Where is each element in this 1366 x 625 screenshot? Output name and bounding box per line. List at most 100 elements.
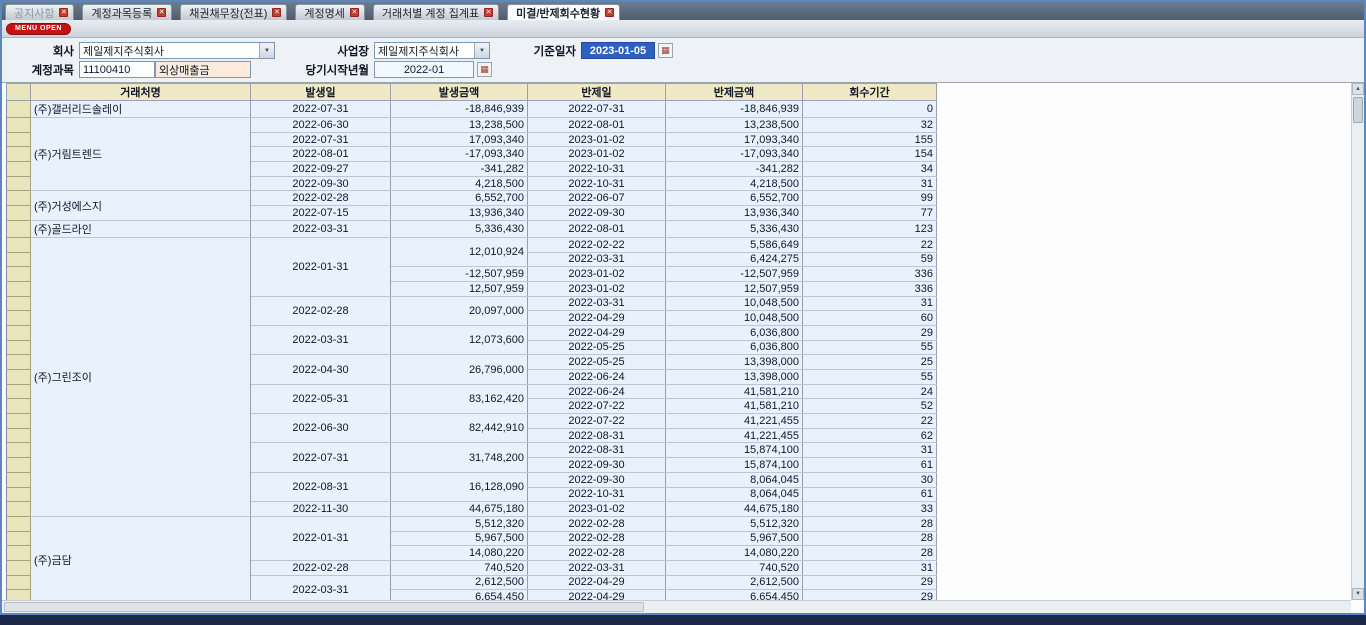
cell-occurrence-date[interactable]: 2022-08-01 <box>251 147 391 162</box>
cell-settlement-date[interactable]: 2022-04-29 <box>528 575 666 590</box>
cell-collection-days[interactable]: 28 <box>803 516 937 531</box>
cell-settlement-amount[interactable]: 5,336,430 <box>666 220 803 237</box>
site-select[interactable]: 제일제지주식회사 ▼ <box>374 42 490 59</box>
cell-settlement-amount[interactable]: 41,221,455 <box>666 414 803 429</box>
menu-open-button[interactable]: MENU OPEN <box>6 23 71 35</box>
cell-settlement-amount[interactable]: 41,581,210 <box>666 399 803 414</box>
cell-customer-name[interactable]: (주)거성에스지 <box>31 191 251 220</box>
cell-collection-days[interactable]: 28 <box>803 546 937 561</box>
row-selector[interactable] <box>7 296 31 311</box>
row-selector[interactable] <box>7 206 31 221</box>
cell-collection-days[interactable]: 34 <box>803 162 937 177</box>
cell-settlement-date[interactable]: 2023-01-02 <box>528 281 666 296</box>
cell-collection-days[interactable]: 31 <box>803 176 937 191</box>
row-selector[interactable] <box>7 399 31 414</box>
tab-close-icon[interactable]: ✕ <box>350 8 359 17</box>
row-selector[interactable] <box>7 101 31 118</box>
cell-collection-days[interactable]: 32 <box>803 118 937 133</box>
period-input[interactable]: 2022-01 <box>374 61 474 78</box>
cell-settlement-date[interactable]: 2022-06-07 <box>528 191 666 206</box>
cell-occurrence-date[interactable]: 2022-03-31 <box>251 220 391 237</box>
column-header-1[interactable]: 거래처명 <box>31 84 251 101</box>
cell-occurrence-date[interactable]: 2022-02-28 <box>251 296 391 325</box>
cell-occurrence-date[interactable]: 2022-04-30 <box>251 355 391 384</box>
cell-settlement-amount[interactable]: 5,967,500 <box>666 531 803 546</box>
cell-settlement-date[interactable]: 2022-09-30 <box>528 458 666 473</box>
cell-settlement-amount[interactable]: 8,064,045 <box>666 487 803 502</box>
scroll-down-icon[interactable]: ▼ <box>1352 588 1364 600</box>
row-selector[interactable] <box>7 516 31 531</box>
cell-collection-days[interactable]: 28 <box>803 531 937 546</box>
row-selector[interactable] <box>7 220 31 237</box>
row-selector[interactable] <box>7 176 31 191</box>
row-selector[interactable] <box>7 428 31 443</box>
cell-settlement-date[interactable]: 2022-06-24 <box>528 384 666 399</box>
calendar-icon[interactable]: ▦ <box>477 62 492 77</box>
cell-settlement-date[interactable]: 2022-03-31 <box>528 560 666 575</box>
cell-collection-days[interactable]: 99 <box>803 191 937 206</box>
cell-settlement-amount[interactable]: 6,036,800 <box>666 340 803 355</box>
cell-settlement-date[interactable]: 2022-02-28 <box>528 546 666 561</box>
cell-collection-days[interactable]: 55 <box>803 340 937 355</box>
cell-collection-days[interactable]: 336 <box>803 267 937 282</box>
column-header-4[interactable]: 반제일 <box>528 84 666 101</box>
row-selector[interactable] <box>7 132 31 147</box>
cell-occurrence-amount[interactable]: 740,520 <box>391 560 528 575</box>
cell-settlement-date[interactable]: 2023-01-02 <box>528 147 666 162</box>
cell-settlement-date[interactable]: 2022-06-24 <box>528 370 666 385</box>
cell-settlement-date[interactable]: 2022-10-31 <box>528 162 666 177</box>
row-selector[interactable] <box>7 502 31 517</box>
cell-settlement-amount[interactable]: 5,586,649 <box>666 237 803 252</box>
cell-occurrence-amount[interactable]: -17,093,340 <box>391 147 528 162</box>
cell-collection-days[interactable]: 0 <box>803 101 937 118</box>
cell-settlement-amount[interactable]: 2,612,500 <box>666 575 803 590</box>
cell-occurrence-date[interactable]: 2022-01-31 <box>251 237 391 296</box>
cell-settlement-amount[interactable]: 5,512,320 <box>666 516 803 531</box>
cell-occurrence-amount[interactable]: 12,507,959 <box>391 281 528 296</box>
cell-settlement-date[interactable]: 2022-02-28 <box>528 516 666 531</box>
cell-collection-days[interactable]: 61 <box>803 487 937 502</box>
cell-settlement-amount[interactable]: 8,064,045 <box>666 472 803 487</box>
cell-settlement-amount[interactable]: -18,846,939 <box>666 101 803 118</box>
cell-collection-days[interactable]: 62 <box>803 428 937 443</box>
column-header-2[interactable]: 발생일 <box>251 84 391 101</box>
cell-collection-days[interactable]: 22 <box>803 414 937 429</box>
row-selector[interactable] <box>7 281 31 296</box>
cell-occurrence-amount[interactable]: 83,162,420 <box>391 384 528 413</box>
cell-settlement-amount[interactable]: -12,507,959 <box>666 267 803 282</box>
cell-occurrence-date[interactable]: 2022-09-30 <box>251 176 391 191</box>
cell-settlement-date[interactable]: 2022-07-22 <box>528 414 666 429</box>
cell-occurrence-amount[interactable]: 5,512,320 <box>391 516 528 531</box>
horizontal-scrollbar[interactable] <box>2 600 1351 613</box>
chevron-down-icon[interactable]: ▼ <box>474 43 489 58</box>
row-selector[interactable] <box>7 252 31 267</box>
cell-settlement-date[interactable]: 2022-10-31 <box>528 176 666 191</box>
cell-customer-name[interactable]: (주)금담 <box>31 516 251 604</box>
cell-settlement-date[interactable]: 2022-08-01 <box>528 220 666 237</box>
cell-settlement-date[interactable]: 2022-05-25 <box>528 340 666 355</box>
cell-occurrence-amount[interactable]: 16,128,090 <box>391 472 528 501</box>
cell-occurrence-amount[interactable]: 82,442,910 <box>391 414 528 443</box>
cell-occurrence-amount[interactable]: 17,093,340 <box>391 132 528 147</box>
row-selector[interactable] <box>7 370 31 385</box>
cell-settlement-date[interactable]: 2022-10-31 <box>528 487 666 502</box>
cell-occurrence-amount[interactable]: -12,507,959 <box>391 267 528 282</box>
cell-collection-days[interactable]: 29 <box>803 575 937 590</box>
cell-settlement-amount[interactable]: 10,048,500 <box>666 311 803 326</box>
cell-settlement-date[interactable]: 2022-02-22 <box>528 237 666 252</box>
cell-settlement-date[interactable]: 2022-07-31 <box>528 101 666 118</box>
cell-occurrence-date[interactable]: 2022-02-28 <box>251 191 391 206</box>
tab-close-icon[interactable]: ✕ <box>484 8 493 17</box>
tab-close-icon[interactable]: ✕ <box>59 8 68 17</box>
cell-settlement-date[interactable]: 2022-05-25 <box>528 355 666 370</box>
cell-settlement-date[interactable]: 2023-01-02 <box>528 267 666 282</box>
cell-settlement-date[interactable]: 2022-04-29 <box>528 311 666 326</box>
cell-collection-days[interactable]: 22 <box>803 237 937 252</box>
cell-settlement-amount[interactable]: -341,282 <box>666 162 803 177</box>
row-selector[interactable] <box>7 325 31 340</box>
cell-settlement-date[interactable]: 2022-09-30 <box>528 472 666 487</box>
cell-occurrence-date[interactable]: 2022-01-31 <box>251 516 391 560</box>
row-selector[interactable] <box>7 384 31 399</box>
cell-settlement-date[interactable]: 2022-08-31 <box>528 443 666 458</box>
cell-settlement-amount[interactable]: 41,221,455 <box>666 428 803 443</box>
